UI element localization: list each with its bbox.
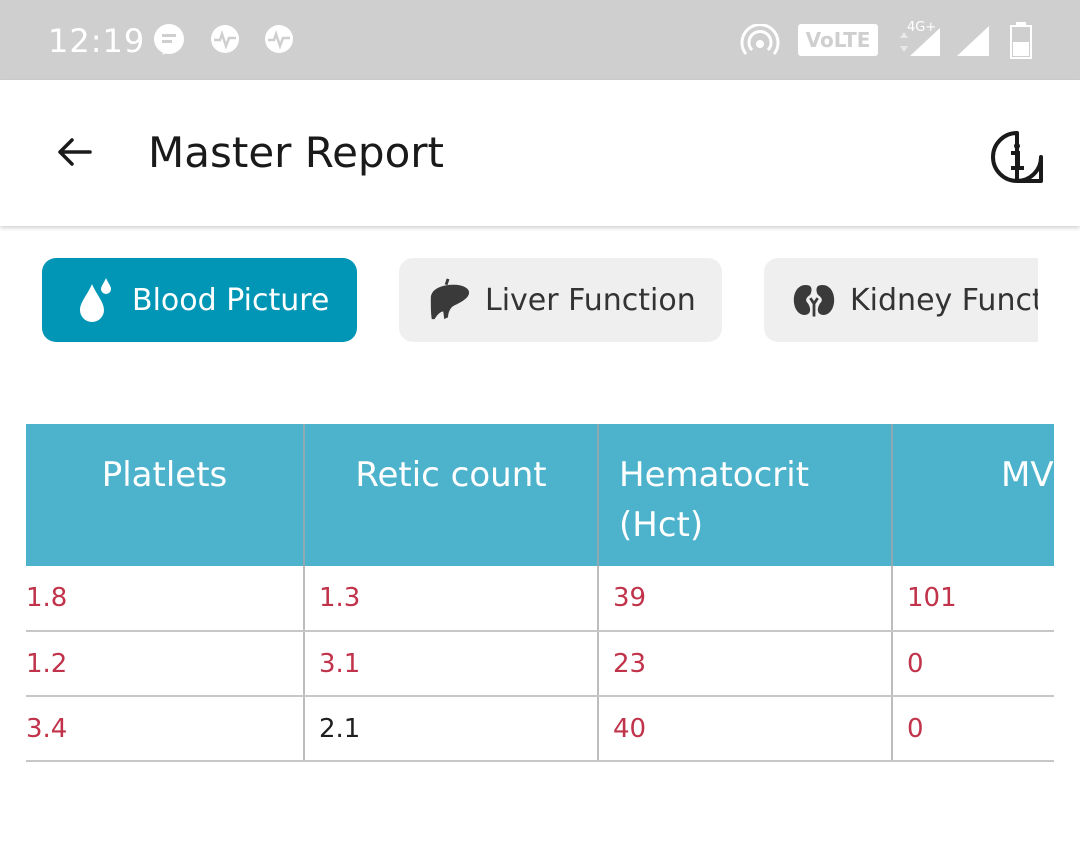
signal-icon: [957, 26, 989, 56]
column-header: MV: [892, 424, 1054, 566]
table-cell: 1.8: [26, 566, 305, 632]
battery-icon: [1010, 22, 1032, 59]
table-cell: 0: [892, 696, 1054, 762]
category-tabs: Blood Picture Liver Function Kidney Func…: [0, 258, 1038, 344]
column-header: Platlets: [26, 424, 305, 566]
table-cell: 1.2: [26, 631, 305, 697]
status-time: 12:19: [48, 22, 146, 60]
health-icon: [265, 25, 293, 53]
tab-kidney-function[interactable]: Kidney Function: [764, 258, 1038, 342]
tab-label: Blood Picture: [132, 282, 330, 318]
app-bar: Master Report: [0, 80, 1080, 226]
report-table: Platlets Retic count Hematocrit (Hct) MV…: [26, 424, 1054, 762]
back-arrow-icon[interactable]: [52, 130, 96, 174]
table-cell: 101: [892, 566, 1054, 632]
table-cell: 0: [892, 631, 1054, 697]
table-cell: 39: [598, 566, 893, 632]
signal-icon: [900, 28, 940, 56]
tab-liver-function[interactable]: Liver Function: [399, 258, 722, 342]
column-header: Retic count: [304, 424, 599, 566]
volte-badge: VoLTE: [798, 24, 878, 56]
report-table-container[interactable]: Platlets Retic count Hematocrit (Hct) MV…: [26, 424, 1054, 764]
health-icon: [211, 25, 239, 53]
table-header-row: Platlets Retic count Hematocrit (Hct) MV: [26, 424, 1054, 566]
table-cell: 2.1: [304, 696, 599, 762]
table-cell: 3.1: [304, 631, 599, 697]
table-cell: 23: [598, 631, 893, 697]
table-row: 1.8 1.3 39 101: [26, 566, 1054, 632]
blood-drop-icon: [74, 278, 118, 322]
kidney-icon: [792, 278, 836, 322]
tab-label: Liver Function: [485, 282, 696, 318]
tab-label: Kidney Function: [850, 282, 1038, 318]
info-icon[interactable]: [988, 128, 1046, 186]
column-header: Hematocrit (Hct): [598, 424, 893, 566]
liver-icon: [427, 278, 471, 322]
message-icon: [154, 24, 184, 55]
status-bar: 12:19 VoLTE 4G+: [0, 0, 1080, 80]
table-row: 3.4 2.1 40 0: [26, 696, 1054, 762]
page-title: Master Report: [148, 128, 445, 177]
table-row: 1.2 3.1 23 0: [26, 631, 1054, 697]
table-cell: 1.3: [304, 566, 599, 632]
table-cell: 40: [598, 696, 893, 762]
tab-blood-picture[interactable]: Blood Picture: [42, 258, 357, 342]
hotspot-icon: [740, 24, 780, 55]
table-cell: 3.4: [26, 696, 305, 762]
